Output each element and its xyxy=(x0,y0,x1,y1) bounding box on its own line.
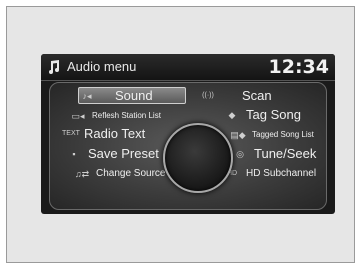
menu-item-label: Save Preset xyxy=(88,146,159,161)
menu-item-label: Scan xyxy=(242,88,272,103)
audio-display-screen: Audio menu 12:34 ♪◂ Sound ▭◂ Reflesh Sta… xyxy=(41,54,335,214)
menu-item-label: Reflesh Station List xyxy=(92,111,161,120)
sound-icon: ♪◂ xyxy=(82,90,92,101)
menu-item-label: Change Source xyxy=(96,168,166,179)
title-bar: Audio menu 12:34 xyxy=(41,54,335,81)
menu-item-sound[interactable]: ♪◂ Sound xyxy=(78,87,186,104)
menu-item-label: Tagged Song List xyxy=(252,130,314,139)
menu-item-hd-subchannel[interactable]: HD HD Subchannel xyxy=(224,165,316,182)
save-preset-icon: ▪ xyxy=(72,148,76,159)
radio-text-icon: TEXT xyxy=(62,129,80,137)
clock: 12:34 xyxy=(268,56,329,78)
menu-item-label: HD Subchannel xyxy=(246,168,317,179)
tagged-song-list-icon: ▤◆ xyxy=(230,129,246,140)
refresh-station-icon: ▭◂ xyxy=(71,110,85,121)
tag-song-icon: ◆ xyxy=(228,109,236,120)
scan-icon: ((·)) xyxy=(202,91,214,99)
menu-item-tagged-song-list[interactable]: ▤◆ Tagged Song List xyxy=(230,126,314,143)
menu-item-tag-song[interactable]: ◆ Tag Song xyxy=(224,106,301,123)
audio-menu-panel: ♪◂ Sound ▭◂ Reflesh Station List TEXT Ra… xyxy=(49,82,327,210)
interface-dial-knob[interactable] xyxy=(163,123,233,193)
menu-item-reflesh-station-list[interactable]: ▭◂ Reflesh Station List xyxy=(70,107,161,124)
menu-item-radio-text[interactable]: TEXT Radio Text xyxy=(62,125,145,142)
menu-item-label: Sound xyxy=(115,88,153,103)
menu-item-scan[interactable]: ((·)) Scan xyxy=(200,87,272,104)
menu-item-tune-seek[interactable]: ◎ Tune/Seek xyxy=(232,145,316,162)
menu-item-save-preset[interactable]: ▪ Save Preset xyxy=(66,145,159,162)
menu-item-label: Radio Text xyxy=(84,126,146,141)
music-note-icon xyxy=(49,60,59,74)
menu-item-label: Tune/Seek xyxy=(254,146,317,161)
manual-figure-frame: Audio menu 12:34 ♪◂ Sound ▭◂ Reflesh Sta… xyxy=(6,6,355,263)
change-source-icon: ♫⇄ xyxy=(74,168,90,179)
page-title: Audio menu xyxy=(67,59,137,74)
menu-item-label: Tag Song xyxy=(246,107,301,122)
tune-seek-icon: ◎ xyxy=(236,148,244,159)
menu-item-change-source[interactable]: ♫⇄ Change Source xyxy=(74,165,166,182)
